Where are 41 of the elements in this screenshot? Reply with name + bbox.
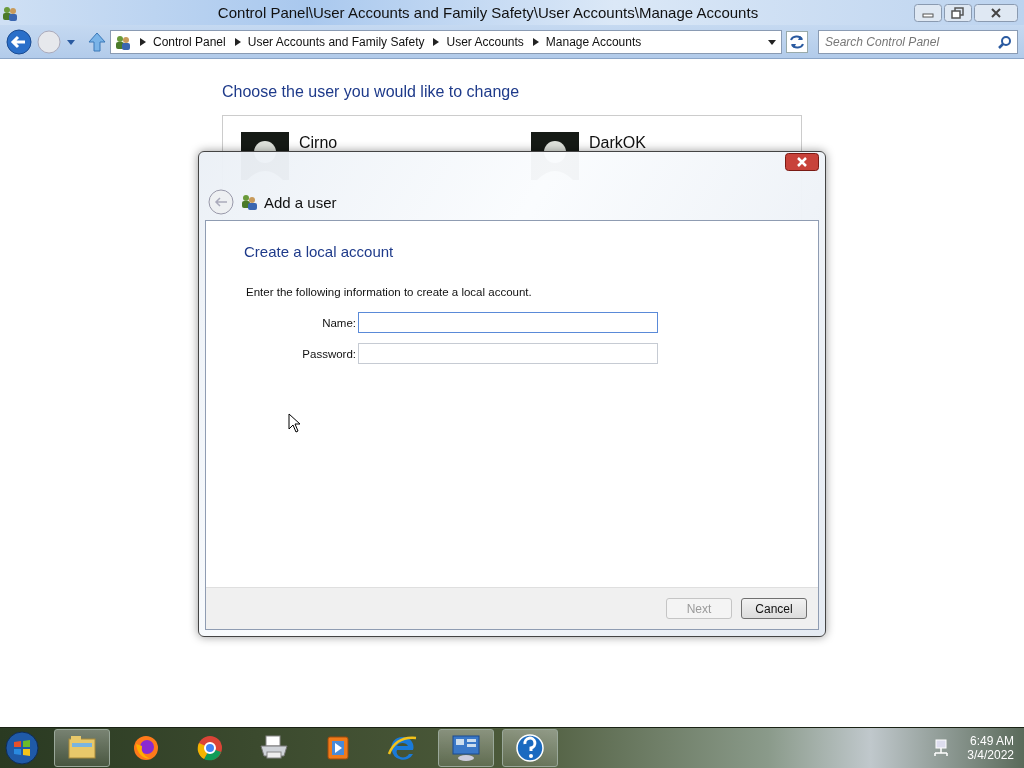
breadcrumb-link[interactable]: User Accounts and Family Safety: [247, 34, 425, 49]
address-bar[interactable]: Control Panel User Accounts and Family Safety User Accounts Manage Accounts: [110, 29, 782, 54]
taskbar-button[interactable]: [438, 729, 494, 767]
search-field[interactable]: Search Control Panel: [818, 29, 1018, 54]
field-label: Password:: [301, 347, 356, 360]
cancel-button[interactable]: Cancel: [741, 598, 807, 619]
taskbar-button[interactable]: [502, 729, 558, 767]
chevron-icon[interactable]: [532, 37, 539, 46]
taskbar-button[interactable]: [54, 729, 110, 767]
breadcrumb-link[interactable]: Control Panel: [153, 34, 226, 49]
network-icon[interactable]: [933, 739, 950, 757]
window-title: Control Panel\User Accounts and Family Safety\User Accounts\Manage Accounts: [216, 4, 760, 21]
chevron-icon[interactable]: [140, 37, 146, 46]
clock-time[interactable]: 6:49 AM: [969, 734, 1014, 748]
input-field[interactable]: [358, 312, 658, 333]
input-field[interactable]: [358, 343, 658, 364]
control-panel-icon: [115, 33, 131, 50]
refresh-icon[interactable]: [786, 30, 808, 53]
start-button-icon[interactable]: [4, 730, 40, 766]
users-icon: [2, 4, 18, 21]
clock-date[interactable]: 3/4/2022: [967, 748, 1014, 762]
restore-icon[interactable]: [944, 3, 972, 22]
page-heading: Choose the user you would like to change: [222, 83, 521, 101]
breadcrumb-link[interactable]: User Accounts: [446, 34, 524, 49]
up-arrow-icon[interactable]: [88, 31, 106, 52]
close-icon[interactable]: [785, 153, 819, 171]
dropdown-icon[interactable]: [767, 37, 777, 46]
user-name[interactable]: Cirno: [299, 134, 338, 152]
user-name[interactable]: DarkOK: [589, 134, 646, 152]
chevron-icon[interactable]: [433, 37, 440, 46]
search-icon[interactable]: [998, 34, 1012, 49]
users-icon: [240, 193, 258, 211]
instruction-text: Enter the following information to create a local account.: [246, 286, 533, 298]
chevron-icon[interactable]: [234, 37, 241, 46]
field-label: Name:: [321, 316, 356, 329]
mouse-pointer-icon: [288, 413, 302, 433]
back-icon[interactable]: [6, 28, 32, 55]
dialog-title: Add a user: [264, 193, 337, 211]
dialog-heading: Create a local account: [244, 243, 395, 260]
close-icon[interactable]: [974, 3, 1018, 22]
breadcrumb-link[interactable]: Manage Accounts: [545, 34, 642, 49]
